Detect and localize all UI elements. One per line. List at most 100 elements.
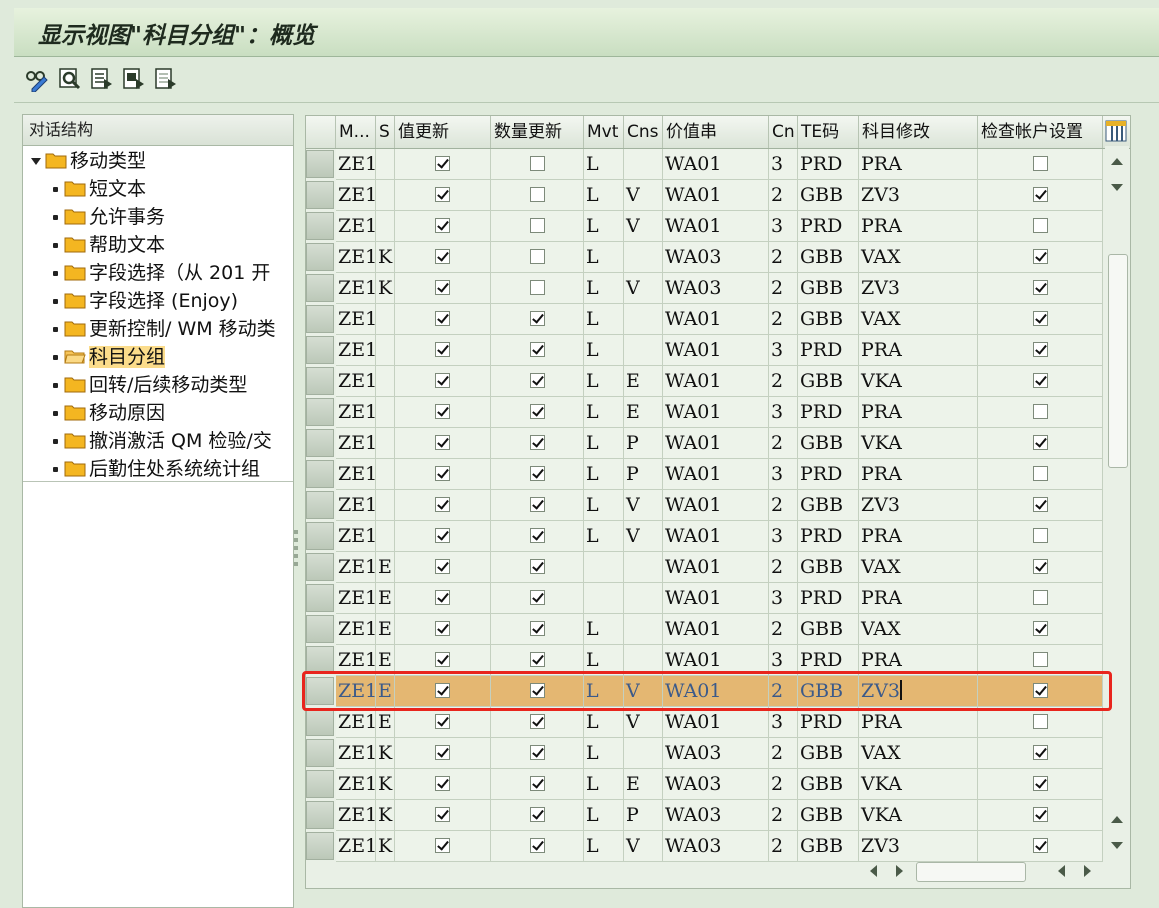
cell-col-s[interactable]	[376, 366, 395, 397]
cell-col-value-string[interactable]: WA01	[663, 335, 769, 366]
cell-col-acct-modif[interactable]: ZV3	[859, 180, 978, 211]
nav-item-7[interactable]: 回转/后续移动类型	[53, 371, 293, 399]
table-row[interactable]: ZE1 L P WA01 2 GBB VKA	[306, 428, 1106, 459]
value-update-checkbox[interactable]	[435, 590, 450, 605]
qty-update-checkbox[interactable]	[530, 404, 545, 419]
cell-col-cns[interactable]: V	[624, 490, 663, 521]
cell-col-s[interactable]: K	[376, 242, 395, 273]
cell-col-value-string[interactable]: WA01	[663, 397, 769, 428]
cell-col-acct-modif[interactable]: VAX	[859, 552, 978, 583]
check-acct-checkbox[interactable]	[1033, 280, 1048, 295]
cell-col-cns[interactable]: V	[624, 211, 663, 242]
cell-col-cn[interactable]: 3	[769, 521, 798, 552]
table-row[interactable]: ZE1 L WA01 3 PRD PRA	[306, 335, 1106, 366]
row-selector-button[interactable]	[306, 646, 334, 674]
qty-update-checkbox[interactable]	[530, 807, 545, 822]
qty-update-checkbox[interactable]	[530, 373, 545, 388]
cell-col-cn[interactable]: 2	[769, 490, 798, 521]
cell-col-cns[interactable]: E	[624, 366, 663, 397]
table-row[interactable]: ZE1 K L WA03 2 GBB VAX	[306, 242, 1106, 273]
cell-col-s[interactable]	[376, 180, 395, 211]
row-selector-button[interactable]	[306, 770, 334, 798]
cell-col-te-code[interactable]: GBB	[798, 428, 859, 459]
cell-col-te-code[interactable]: PRD	[798, 211, 859, 242]
scroll-left-end-icon[interactable]	[1058, 865, 1065, 877]
cell-col-acct-modif[interactable]: PRA	[859, 707, 978, 738]
cell-col-cns[interactable]	[624, 738, 663, 769]
value-update-checkbox[interactable]	[435, 280, 450, 295]
cell-col-s[interactable]: K	[376, 769, 395, 800]
row-selector-button[interactable]	[306, 739, 334, 767]
cell-col-cns[interactable]: V	[624, 521, 663, 552]
table-row[interactable]: ZE1 K L P WA03 2 GBB VKA	[306, 800, 1106, 831]
cell-col-te-code[interactable]: GBB	[798, 800, 859, 831]
cell-col-cns[interactable]	[624, 335, 663, 366]
check-acct-checkbox[interactable]	[1033, 435, 1048, 450]
cell-col-mvt-type[interactable]: ZE1	[336, 149, 376, 180]
cell-col-mvt[interactable]: L	[584, 738, 624, 769]
cell-col-cns[interactable]: V	[624, 831, 663, 862]
cell-col-s[interactable]	[376, 397, 395, 428]
cell-col-s[interactable]	[376, 304, 395, 335]
check-acct-checkbox[interactable]	[1033, 311, 1048, 326]
scroll-down-icon[interactable]	[1111, 184, 1123, 191]
check-acct-checkbox[interactable]	[1033, 559, 1048, 574]
cell-col-s[interactable]: K	[376, 800, 395, 831]
cell-col-mvt[interactable]: L	[584, 707, 624, 738]
cell-col-acct-modif[interactable]: PRA	[859, 149, 978, 180]
cell-col-value-string[interactable]: WA01	[663, 180, 769, 211]
nav-item-3[interactable]: 字段选择（从 201 开	[53, 259, 293, 287]
cell-col-te-code[interactable]: GBB	[798, 738, 859, 769]
check-acct-checkbox[interactable]	[1033, 590, 1048, 605]
cell-col-value-string[interactable]: WA01	[663, 707, 769, 738]
cell-col-mvt[interactable]: L	[584, 614, 624, 645]
cell-col-mvt[interactable]: L	[584, 769, 624, 800]
scroll-right-icon[interactable]	[896, 865, 903, 877]
header-col-cns[interactable]: Cns	[624, 116, 663, 148]
table-row[interactable]: ZE1 L V WA01 3 PRD PRA	[306, 521, 1106, 552]
row-selector-button[interactable]	[306, 460, 334, 488]
cell-col-mvt[interactable]: L	[584, 800, 624, 831]
qty-update-checkbox[interactable]	[530, 714, 545, 729]
check-acct-checkbox[interactable]	[1033, 807, 1048, 822]
cell-col-mvt-type[interactable]: ZE1	[336, 335, 376, 366]
cell-col-cn[interactable]: 3	[769, 149, 798, 180]
check-acct-checkbox[interactable]	[1033, 745, 1048, 760]
check-acct-checkbox[interactable]	[1033, 714, 1048, 729]
cell-col-cn[interactable]: 2	[769, 800, 798, 831]
row-selector-button[interactable]	[306, 491, 334, 519]
qty-update-checkbox[interactable]	[530, 249, 545, 264]
cell-col-mvt[interactable]: L	[584, 490, 624, 521]
header-col-s[interactable]: S	[376, 116, 395, 148]
cell-col-mvt-type[interactable]: ZE1	[336, 459, 376, 490]
cell-col-value-string[interactable]: WA01	[663, 304, 769, 335]
cell-col-value-string[interactable]: WA01	[663, 149, 769, 180]
cell-col-acct-modif[interactable]: ZV3	[859, 831, 978, 862]
cell-col-mvt[interactable]: L	[584, 273, 624, 304]
cell-col-cns[interactable]	[624, 304, 663, 335]
value-update-checkbox[interactable]	[435, 156, 450, 171]
cell-col-mvt[interactable]: L	[584, 831, 624, 862]
table-row[interactable]: ZE1 K L V WA03 2 GBB ZV3	[306, 831, 1106, 862]
qty-update-checkbox[interactable]	[530, 590, 545, 605]
cell-col-acct-modif[interactable]: VAX	[859, 242, 978, 273]
nav-item-2[interactable]: 帮助文本	[53, 231, 293, 259]
row-selector-button[interactable]	[306, 274, 334, 302]
scroll-left-icon[interactable]	[870, 865, 877, 877]
value-update-checkbox[interactable]	[435, 559, 450, 574]
cell-col-acct-modif[interactable]: ZV3	[859, 273, 978, 304]
check-acct-checkbox[interactable]	[1033, 156, 1048, 171]
header-col-qty-update[interactable]: 数量更新	[491, 116, 584, 148]
nav-item-1[interactable]: 允许事务	[53, 203, 293, 231]
nav-item-9[interactable]: 撤消激活 QM 检验/交	[53, 427, 293, 455]
cell-col-s[interactable]	[376, 521, 395, 552]
value-update-checkbox[interactable]	[435, 621, 450, 636]
qty-update-checkbox[interactable]	[530, 156, 545, 171]
table-row[interactable]: ZE1 E L V WA01 3 PRD PRA	[306, 707, 1106, 738]
cell-col-acct-modif[interactable]: PRA	[859, 521, 978, 552]
select-block-icon[interactable]	[121, 66, 147, 92]
table-row[interactable]: ZE1 L WA01 3 PRD PRA	[306, 149, 1106, 180]
cell-col-value-string[interactable]: WA03	[663, 831, 769, 862]
value-update-checkbox[interactable]	[435, 342, 450, 357]
nav-item-6[interactable]: 科目分组	[53, 343, 293, 371]
